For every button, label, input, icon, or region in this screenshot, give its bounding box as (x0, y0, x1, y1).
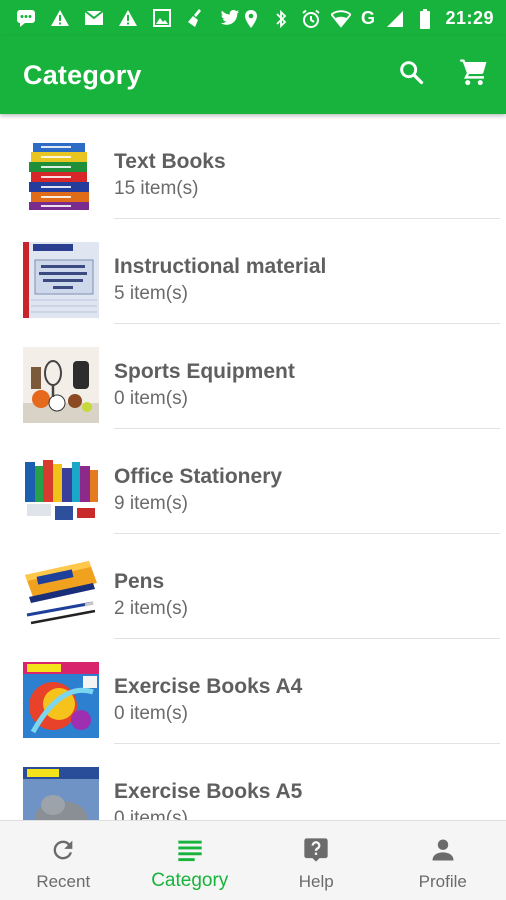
battery-icon (415, 8, 435, 29)
category-item-pens[interactable]: Pens 2 item(s) (0, 534, 506, 639)
category-name: Exercise Books A4 (114, 675, 303, 698)
status-bar: G 21:29 (0, 0, 506, 36)
nav-label: Recent (36, 872, 91, 891)
network-type-label: G (360, 8, 376, 28)
mail-icon (84, 8, 104, 28)
system-icons: G 21:29 (241, 8, 494, 29)
nav-item-help[interactable]: Help (253, 821, 380, 900)
category-item-count: 0 item(s) (114, 388, 188, 409)
category-item-count: 0 item(s) (114, 703, 188, 724)
bottom-navigation: Recent Category Help Profile (0, 820, 506, 900)
category-name: Sports Equipment (114, 360, 295, 383)
category-item-count: 0 item(s) (114, 808, 188, 820)
broom-icon (186, 8, 206, 28)
nav-item-profile[interactable]: Profile (380, 821, 506, 900)
image-icon (152, 8, 172, 28)
warning-icon (118, 8, 138, 28)
category-item-exercise-books-a4[interactable]: Exercise Books A4 0 item(s) (0, 639, 506, 744)
category-item-count: 5 item(s) (114, 283, 188, 304)
category-item-text-books[interactable]: Text Books 15 item(s) (0, 114, 506, 219)
person-icon (428, 835, 458, 865)
page-title: Category (23, 60, 142, 90)
alarm-icon (301, 9, 321, 29)
nav-label: Category (151, 870, 229, 891)
text-books-thumbnail (23, 137, 99, 213)
nav-label: Profile (418, 872, 467, 891)
office-stationery-thumbnail (23, 452, 99, 528)
clock: 21:29 (445, 8, 494, 28)
category-item-exercise-books-a5[interactable]: Exercise Books A5 0 item(s) (0, 744, 506, 820)
category-name: Exercise Books A5 (114, 780, 303, 803)
message-icon (16, 8, 36, 28)
sports-equipment-thumbnail (23, 347, 99, 423)
category-item-count: 2 item(s) (114, 598, 188, 619)
bluetooth-icon (271, 9, 291, 29)
app-bar: Category (0, 36, 506, 114)
search-button[interactable] (395, 58, 427, 90)
cart-icon (459, 57, 489, 92)
category-item-office-stationery[interactable]: Office Stationery 9 item(s) (0, 429, 506, 534)
category-name: Text Books (114, 150, 226, 173)
category-item-count: 15 item(s) (114, 178, 199, 199)
notification-icons (16, 8, 240, 28)
category-name: Pens (114, 570, 165, 593)
exercise-books-a4-thumbnail (23, 662, 99, 738)
location-icon (241, 9, 261, 29)
instructional-material-thumbnail (23, 242, 99, 318)
category-item-instructional-material[interactable]: Instructional material 5 item(s) (0, 219, 506, 324)
exercise-books-a5-thumbnail (23, 767, 99, 820)
help-icon (301, 835, 331, 865)
warning-icon (50, 8, 70, 28)
list-icon (175, 835, 205, 865)
refresh-icon (48, 835, 78, 865)
twitter-icon (220, 8, 240, 28)
signal-icon (385, 9, 405, 29)
nav-item-recent[interactable]: Recent (0, 821, 127, 900)
category-item-sports-equipment[interactable]: Sports Equipment 0 item(s) (0, 324, 506, 429)
category-name: Office Stationery (114, 465, 283, 488)
nav-label: Help (298, 872, 334, 891)
nav-item-category[interactable]: Category (127, 821, 254, 900)
category-item-count: 9 item(s) (114, 493, 188, 514)
search-icon (397, 58, 425, 91)
category-list[interactable]: Text Books 15 item(s) Instructional mate… (0, 114, 506, 820)
cart-button[interactable] (458, 58, 490, 90)
pens-thumbnail (23, 557, 99, 633)
wifi-icon (330, 9, 351, 29)
category-name: Instructional material (114, 255, 327, 278)
